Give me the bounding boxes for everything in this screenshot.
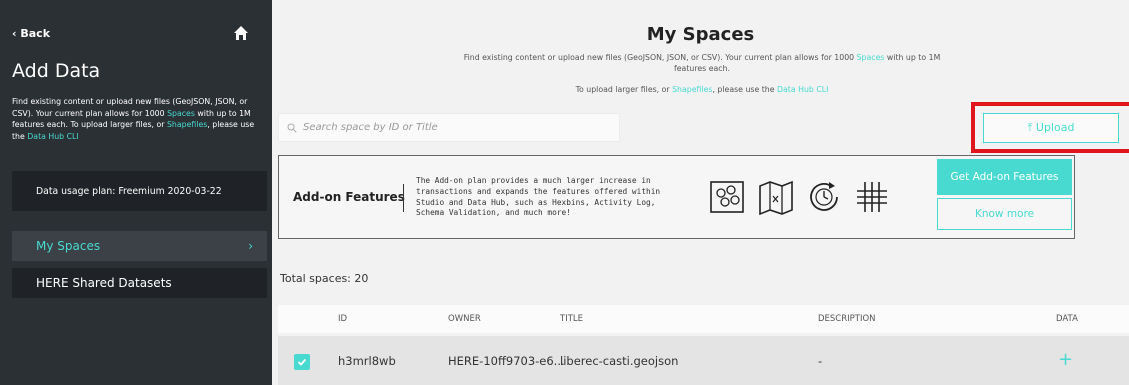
column-header-owner[interactable]: OWNER: [448, 314, 481, 324]
data-hub-cli-link[interactable]: Data Hub CLI: [777, 85, 828, 94]
home-icon[interactable]: [233, 25, 249, 41]
addon-features-panel: Add-on Features The Add-on plan provides…: [278, 155, 1075, 239]
search-box: [278, 113, 620, 142]
column-header-title[interactable]: TITLE: [560, 314, 583, 324]
table-row[interactable]: h3mrl8wb HERE-10ff9703-e6... liberec-cas…: [278, 336, 1129, 385]
cell-description: -: [818, 354, 823, 368]
map-icon: [759, 180, 793, 216]
spaces-link[interactable]: Spaces: [857, 53, 885, 62]
row-checkbox[interactable]: [294, 354, 310, 370]
hexbin-icon: [710, 181, 744, 213]
sidebar-item-my-spaces[interactable]: My Spaces ›: [12, 231, 267, 261]
shapefiles-link[interactable]: Shapefiles: [672, 85, 712, 94]
cell-title: liberec-casti.geojson: [560, 354, 679, 368]
cell-id: h3mrl8wb: [338, 354, 396, 368]
column-header-data[interactable]: DATA: [1056, 314, 1078, 324]
divider: [403, 184, 404, 212]
addon-title: Add-on Features: [293, 190, 405, 204]
cell-owner: HERE-10ff9703-e6...: [448, 354, 565, 368]
spaces-link[interactable]: Spaces: [167, 109, 195, 118]
get-addon-features-button[interactable]: Get Add-on Features: [937, 159, 1072, 195]
sidebar-item-label: HERE Shared Datasets: [36, 276, 172, 290]
search-input[interactable]: [303, 122, 603, 133]
activity-log-icon: [810, 182, 838, 211]
addon-description: The Add-on plan provides a much larger i…: [416, 176, 661, 218]
page-desc-text: To upload larger files, or: [575, 85, 673, 94]
page-title: My Spaces: [646, 24, 755, 45]
checkmark-icon: [297, 358, 307, 366]
sidebar-title: Add Data: [12, 60, 101, 82]
page-description: Find existing content or upload new file…: [452, 52, 952, 74]
grid-icon: [857, 182, 887, 212]
page-description-cli: To upload larger files, or Shapefiles, p…: [452, 85, 952, 94]
shapefiles-link[interactable]: Shapefiles: [167, 120, 207, 129]
data-usage-plan: Data usage plan: Freemium 2020-03-22: [12, 171, 267, 211]
search-icon: [287, 123, 297, 133]
sidebar-description: Find existing content or upload new file…: [12, 96, 267, 143]
column-header-description[interactable]: DESCRIPTION: [818, 314, 876, 324]
addon-icons: [709, 178, 891, 216]
total-spaces: Total spaces: 20: [280, 272, 369, 285]
column-header-id[interactable]: ID: [338, 314, 347, 324]
table-header: ID OWNER TITLE DESCRIPTION DATA: [278, 305, 1129, 333]
page-desc-text: , please use the: [712, 85, 777, 94]
chevron-right-icon: ›: [248, 239, 253, 253]
sidebar: ‹ Back Add Data Find existing content or…: [0, 0, 272, 385]
data-hub-cli-link[interactable]: Data Hub CLI: [27, 132, 78, 141]
highlight-box: [971, 102, 1129, 153]
know-more-button[interactable]: Know more: [937, 198, 1072, 230]
sidebar-item-shared-datasets[interactable]: HERE Shared Datasets: [12, 268, 267, 298]
add-data-button[interactable]: +: [1058, 349, 1073, 370]
page-desc-text: Find existing content or upload new file…: [463, 53, 857, 62]
sidebar-item-label: My Spaces: [36, 239, 101, 253]
back-link[interactable]: ‹ Back: [12, 27, 50, 40]
